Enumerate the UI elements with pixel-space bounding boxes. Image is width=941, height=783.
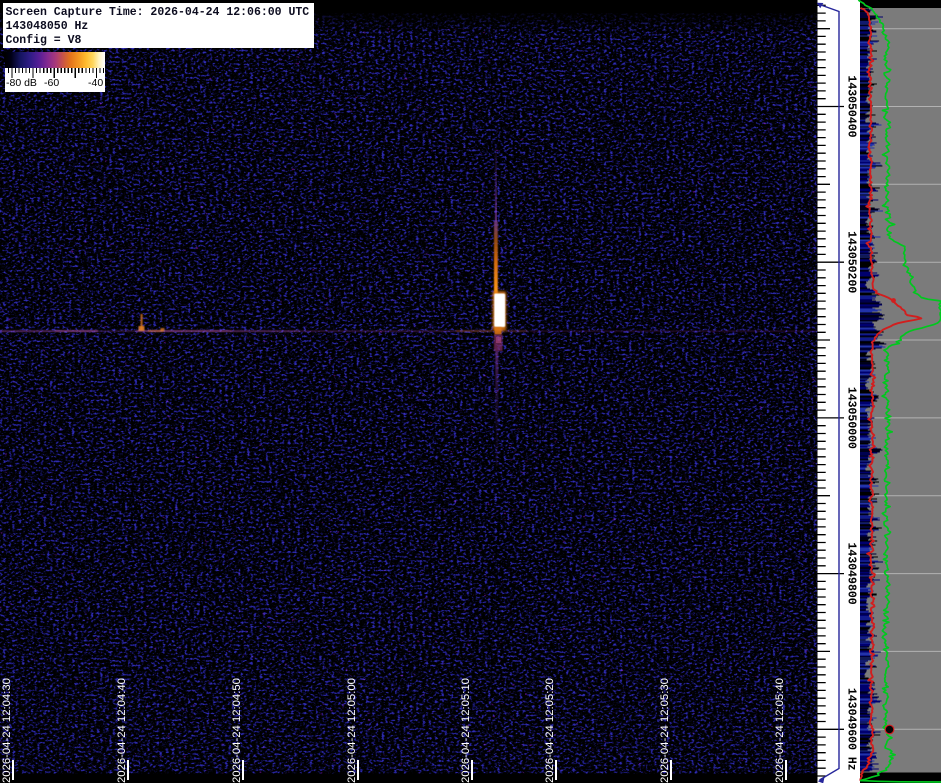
svg-text:143050400: 143050400	[845, 75, 858, 137]
svg-text:143049800: 143049800	[845, 543, 858, 605]
svg-text:143049600 Hz: 143049600 Hz	[845, 688, 858, 771]
svg-text:143050200: 143050200	[845, 231, 858, 293]
svg-text:143050000: 143050000	[845, 387, 858, 449]
